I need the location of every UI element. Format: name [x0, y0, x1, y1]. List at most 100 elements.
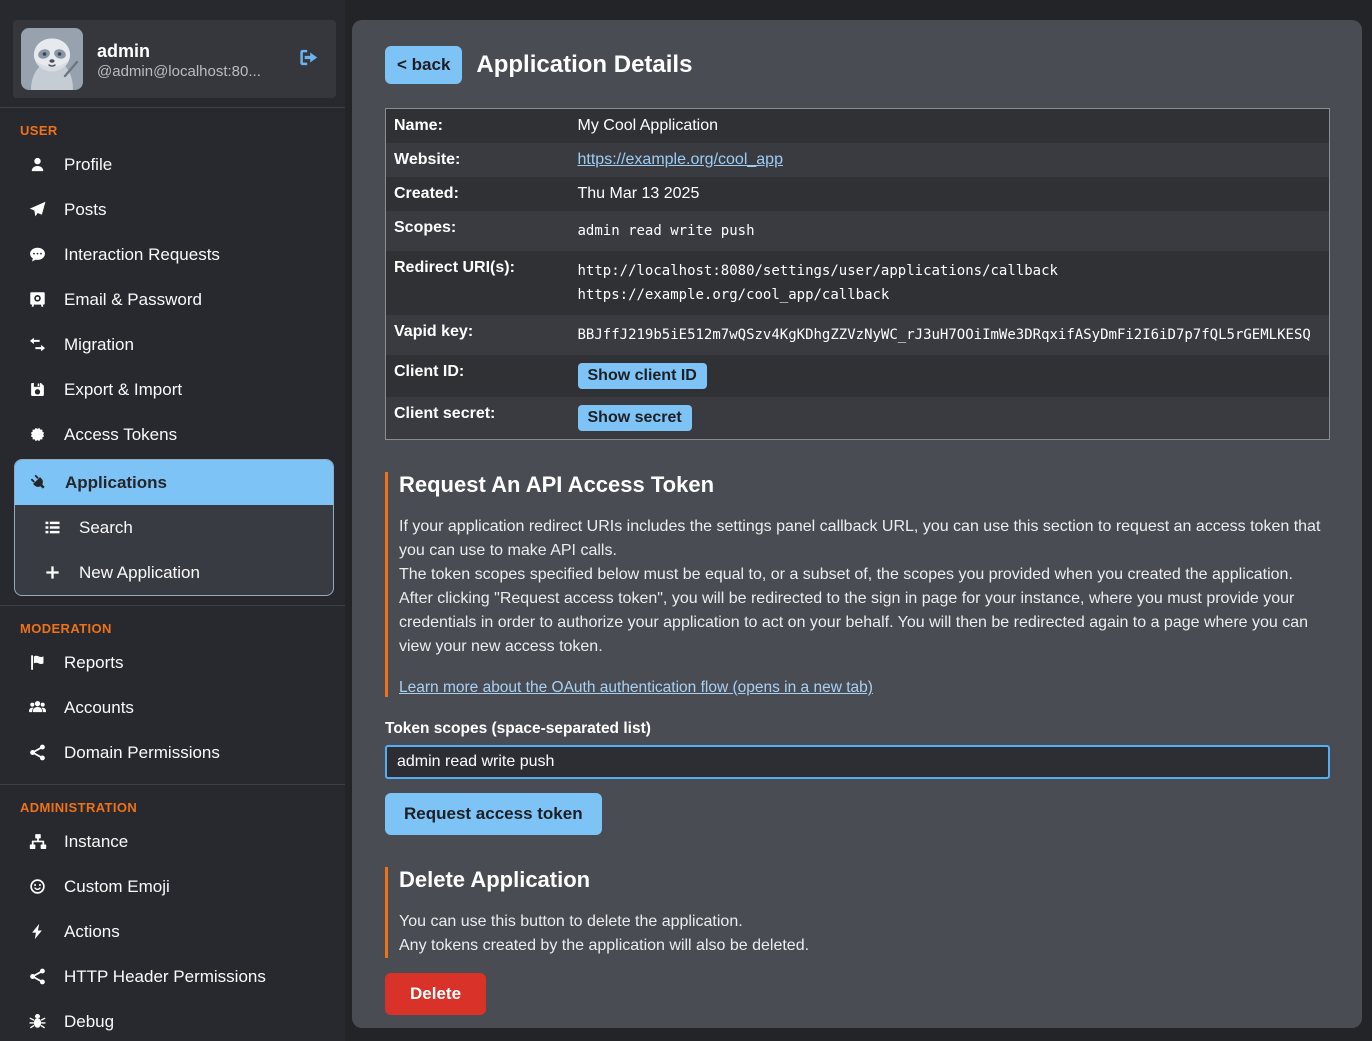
- submenu: Search New Application: [15, 505, 333, 595]
- section-header-user: USER: [20, 123, 345, 138]
- logout-button[interactable]: [297, 47, 320, 71]
- sidebar-item-custom-emoji[interactable]: Custom Emoji: [0, 864, 345, 909]
- user-info: admin @admin@localhost:80...: [97, 39, 283, 80]
- sidebar-item-debug[interactable]: Debug: [0, 999, 345, 1041]
- sidebar-item-label: Export & Import: [64, 379, 182, 400]
- request-access-token-button[interactable]: Request access token: [385, 793, 602, 835]
- sidebar: admin @admin@localhost:80... USER Profile…: [0, 0, 345, 1041]
- show-client-id-button[interactable]: Show client ID: [578, 363, 707, 389]
- sidebar-item-label: Actions: [64, 921, 120, 942]
- row-value: Thu Mar 13 2025: [570, 177, 1330, 211]
- sidebar-item-label: Migration: [64, 334, 134, 355]
- token-section-paragraph: If your application redirect URIs includ…: [399, 515, 1330, 563]
- row-label: Client ID:: [386, 355, 570, 397]
- sidebar-item-accounts[interactable]: Accounts: [0, 685, 345, 730]
- sidebar-item-applications[interactable]: Applications: [15, 460, 333, 505]
- users-icon: [28, 699, 47, 716]
- sidebar-item-access-tokens[interactable]: Access Tokens: [0, 412, 345, 457]
- website-link[interactable]: https://example.org/cool_app: [578, 151, 783, 168]
- sidebar-item-reports[interactable]: Reports: [0, 640, 345, 685]
- section-header-moderation: MODERATION: [20, 621, 345, 636]
- token-section: Request An API Access Token If your appl…: [385, 472, 1330, 697]
- row-label: Created:: [386, 177, 570, 211]
- bug-icon: [28, 1013, 47, 1030]
- certificate-icon: [28, 426, 47, 443]
- sidebar-item-label: Applications: [65, 472, 167, 493]
- sidebar-item-http-header-permissions[interactable]: HTTP Header Permissions: [0, 954, 345, 999]
- sidebar-item-new-application[interactable]: New Application: [15, 550, 333, 595]
- table-row: Redirect URI(s):http://localhost:8080/se…: [386, 251, 1330, 315]
- row-value: Show client ID: [570, 355, 1330, 397]
- sloth-avatar: [21, 28, 83, 90]
- row-label: Client secret:: [386, 397, 570, 440]
- sidebar-item-label: Debug: [64, 1011, 114, 1032]
- row-label: Vapid key:: [386, 315, 570, 355]
- sidebar-item-label: Search: [79, 517, 133, 538]
- sidebar-item-label: Accounts: [64, 697, 134, 718]
- sidebar-item-interaction-requests[interactable]: Interaction Requests: [0, 232, 345, 277]
- sidebar-item-email-password[interactable]: Email & Password: [0, 277, 345, 322]
- sidebar-item-export-import[interactable]: Export & Import: [0, 367, 345, 412]
- sidebar-item-label: HTTP Header Permissions: [64, 966, 266, 987]
- row-value: BBJffJ219b5iE512m7wQSzv4KgKDhgZZVzNyWC_r…: [570, 315, 1330, 355]
- user-name: admin: [97, 39, 283, 63]
- sidebar-item-label: Domain Permissions: [64, 742, 220, 763]
- table-row: Client secret: Show secret: [386, 397, 1330, 440]
- section-header-administration: ADMINISTRATION: [20, 800, 345, 815]
- back-button[interactable]: < back: [385, 46, 462, 84]
- user-card: admin @admin@localhost:80...: [13, 20, 336, 98]
- oauth-docs-link[interactable]: Learn more about the OAuth authenticatio…: [399, 679, 873, 697]
- sidebar-item-label: Profile: [64, 154, 112, 175]
- sidebar-item-label: Access Tokens: [64, 424, 177, 445]
- row-value: admin read write push: [570, 211, 1330, 251]
- token-section-paragraph: After clicking "Request access token", y…: [399, 587, 1330, 659]
- sidebar-item-label: Email & Password: [64, 289, 202, 310]
- sidebar-item-posts[interactable]: Posts: [0, 187, 345, 232]
- delete-section-lines: You can use this button to delete the ap…: [399, 910, 1330, 958]
- sidebar-item-label: Custom Emoji: [64, 876, 170, 897]
- sidebar-item-label: New Application: [79, 562, 200, 583]
- smile-icon: [28, 878, 47, 895]
- sidebar-item-label: Interaction Requests: [64, 244, 220, 265]
- plus-icon: [43, 564, 62, 581]
- vault-icon: [28, 291, 47, 308]
- row-label: Name:: [386, 109, 570, 144]
- table-row: Name:My Cool Application: [386, 109, 1330, 144]
- row-value-text: Thu Mar 13 2025: [578, 185, 700, 202]
- row-value: http://localhost:8080/settings/user/appl…: [570, 251, 1330, 315]
- settings-panel: < back Application Details Name:My Cool …: [352, 20, 1362, 1028]
- sidebar-item-instance[interactable]: Instance: [0, 819, 345, 864]
- sidebar-item-label: Instance: [64, 831, 128, 852]
- token-section-paragraph: The token scopes specified below must be…: [399, 563, 1330, 587]
- row-value-mono: BBJffJ219b5iE512m7wQSzv4KgKDhgZZVzNyWC_r…: [578, 327, 1311, 343]
- token-scopes-input[interactable]: [385, 745, 1330, 779]
- sidebar-item-profile[interactable]: Profile: [0, 142, 345, 187]
- token-section-heading: Request An API Access Token: [399, 472, 1330, 498]
- sitemap-icon: [28, 833, 47, 850]
- flag-icon: [28, 654, 47, 671]
- delete-section-heading: Delete Application: [399, 867, 1330, 893]
- row-label: Redirect URI(s):: [386, 251, 570, 315]
- floppy-icon: [28, 381, 47, 398]
- plug-icon: [29, 474, 48, 491]
- sidebar-item-label: Posts: [64, 199, 107, 220]
- delete-button[interactable]: Delete: [385, 973, 486, 1015]
- show-secret-button[interactable]: Show secret: [578, 405, 692, 431]
- sidebar-item-search[interactable]: Search: [15, 505, 333, 550]
- list-icon: [43, 519, 62, 536]
- comment-icon: [28, 246, 47, 263]
- row-value-mono: admin read write push: [578, 223, 755, 239]
- main-area: < back Application Details Name:My Cool …: [345, 0, 1372, 1041]
- table-row: Created: Thu Mar 13 2025: [386, 177, 1330, 211]
- divider: [0, 784, 345, 785]
- delete-section: Delete Application You can use this butt…: [385, 867, 1330, 958]
- sidebar-nav: USER Profile Posts Interaction Requests Emai…: [0, 108, 345, 1041]
- delete-section-line: You can use this button to delete the ap…: [399, 910, 1330, 934]
- page-header: < back Application Details: [385, 46, 1330, 84]
- sidebar-item-migration[interactable]: Migration: [0, 322, 345, 367]
- table-row: Client ID: Show client ID: [386, 355, 1330, 397]
- page-title: Application Details: [476, 51, 692, 79]
- sidebar-item-domain-permissions[interactable]: Domain Permissions: [0, 730, 345, 775]
- table-row: Scopes:admin read write push: [386, 211, 1330, 251]
- sidebar-item-actions[interactable]: Actions: [0, 909, 345, 954]
